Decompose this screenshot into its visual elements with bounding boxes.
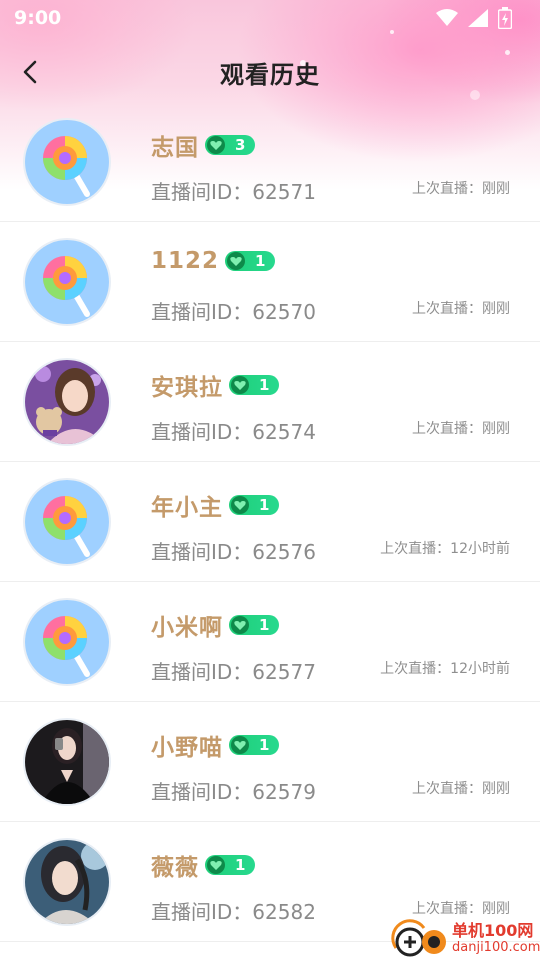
battery-icon <box>498 7 512 29</box>
level-badge: 1 <box>225 251 276 271</box>
level-number: 1 <box>259 496 270 514</box>
page-title: 观看历史 <box>220 60 320 89</box>
level-badge: 1 <box>229 735 279 755</box>
heart-icon <box>207 856 225 874</box>
lollipop-avatar-icon <box>25 600 109 684</box>
level-badge: 3 <box>205 135 255 155</box>
streamer-name: 安琪拉 <box>151 375 223 401</box>
streamer-name: 薇薇 <box>151 855 199 881</box>
streamer-name: 小米啊 <box>151 615 223 641</box>
watermark: 单机100网 danji100.com <box>390 918 540 960</box>
level-number: 1 <box>259 616 270 634</box>
level-badge: 1 <box>229 495 279 515</box>
lollipop-avatar-icon <box>25 480 109 564</box>
user-photo-icon <box>25 840 109 924</box>
room-id: 直播间ID：62570 <box>151 300 316 324</box>
level-badge: 1 <box>229 615 279 635</box>
history-row[interactable]: 年小主 1 直播间ID：62576 上次直播：12小时前 <box>0 462 540 582</box>
heart-icon <box>227 252 246 270</box>
level-number: 1 <box>235 856 246 874</box>
chevron-left-icon <box>23 60 37 84</box>
name-line: 年小主 1 <box>151 488 279 522</box>
level-number: 3 <box>235 136 246 154</box>
name-line: 薇薇 1 <box>151 848 255 882</box>
last-live-time: 上次直播：12小时前 <box>380 661 510 677</box>
avatar <box>23 238 111 326</box>
level-badge: 1 <box>229 375 279 395</box>
history-row[interactable]: 1122 1 直播间ID：62570 上次直播：刚刚 <box>0 222 540 342</box>
watermark-main: 单机100网 <box>452 921 534 940</box>
back-button[interactable] <box>14 56 46 88</box>
heart-icon <box>231 736 249 754</box>
heart-icon <box>231 496 249 514</box>
last-live-time: 上次直播：刚刚 <box>412 301 510 317</box>
room-id: 直播间ID：62577 <box>151 660 316 684</box>
history-row[interactable]: 小米啊 1 直播间ID：62577 上次直播：12小时前 <box>0 582 540 702</box>
avatar <box>23 118 111 206</box>
name-line: 安琪拉 1 <box>151 368 279 402</box>
avatar <box>23 838 111 926</box>
history-row[interactable]: 小野喵 1 直播间ID：62579 上次直播：刚刚 <box>0 702 540 822</box>
status-time: 9:00 <box>14 7 62 29</box>
room-id: 直播间ID：62576 <box>151 540 316 564</box>
name-line: 志国 3 <box>151 128 255 162</box>
level-number: 1 <box>259 376 270 394</box>
level-number: 1 <box>255 252 266 270</box>
streamer-name: 志国 <box>151 135 199 161</box>
avatar <box>23 718 111 806</box>
wifi-icon <box>436 9 458 26</box>
last-live-time: 上次直播：刚刚 <box>412 421 510 437</box>
last-live-time: 上次直播：12小时前 <box>380 541 510 557</box>
history-row[interactable]: 安琪拉 1 直播间ID：62574 上次直播：刚刚 <box>0 342 540 462</box>
user-photo-icon <box>25 720 109 804</box>
name-line: 小野喵 1 <box>151 728 279 762</box>
room-id: 直播间ID：62579 <box>151 780 316 804</box>
nav-bar: 观看历史 <box>0 44 540 100</box>
history-row[interactable]: 志国 3 直播间ID：62571 上次直播：刚刚 <box>0 102 540 222</box>
last-live-time: 上次直播：刚刚 <box>412 181 510 197</box>
heart-icon <box>231 616 249 634</box>
watermark-text: 单机100网 danji100.com <box>452 922 540 956</box>
last-live-time: 上次直播：刚刚 <box>412 781 510 797</box>
user-photo-icon <box>25 360 109 444</box>
level-number: 1 <box>259 736 270 754</box>
status-bar: 9:00 <box>0 0 540 36</box>
last-live-time: 上次直播：刚刚 <box>412 901 510 917</box>
status-icons <box>436 7 512 29</box>
room-id: 直播间ID：62582 <box>151 900 316 924</box>
watermark-sub: danji100.com <box>452 940 540 955</box>
avatar <box>23 358 111 446</box>
name-line: 小米啊 1 <box>151 608 279 642</box>
avatar <box>23 598 111 686</box>
name-line: 1122 1 <box>151 248 276 274</box>
heart-icon <box>231 376 249 394</box>
room-id: 直播间ID：62571 <box>151 180 316 204</box>
level-badge: 1 <box>205 855 255 875</box>
room-id: 直播间ID：62574 <box>151 420 316 444</box>
history-list: 志国 3 直播间ID：62571 上次直播：刚刚 1122 1 直播间ID：62… <box>0 102 540 942</box>
streamer-name: 1122 <box>151 248 220 274</box>
heart-icon <box>207 136 225 154</box>
streamer-name: 小野喵 <box>151 735 223 761</box>
lollipop-avatar-icon <box>25 120 109 204</box>
streamer-name: 年小主 <box>151 495 223 521</box>
lollipop-avatar-icon <box>25 240 109 324</box>
avatar <box>23 478 111 566</box>
signal-icon <box>468 9 488 27</box>
watermark-logo-icon <box>390 918 450 960</box>
